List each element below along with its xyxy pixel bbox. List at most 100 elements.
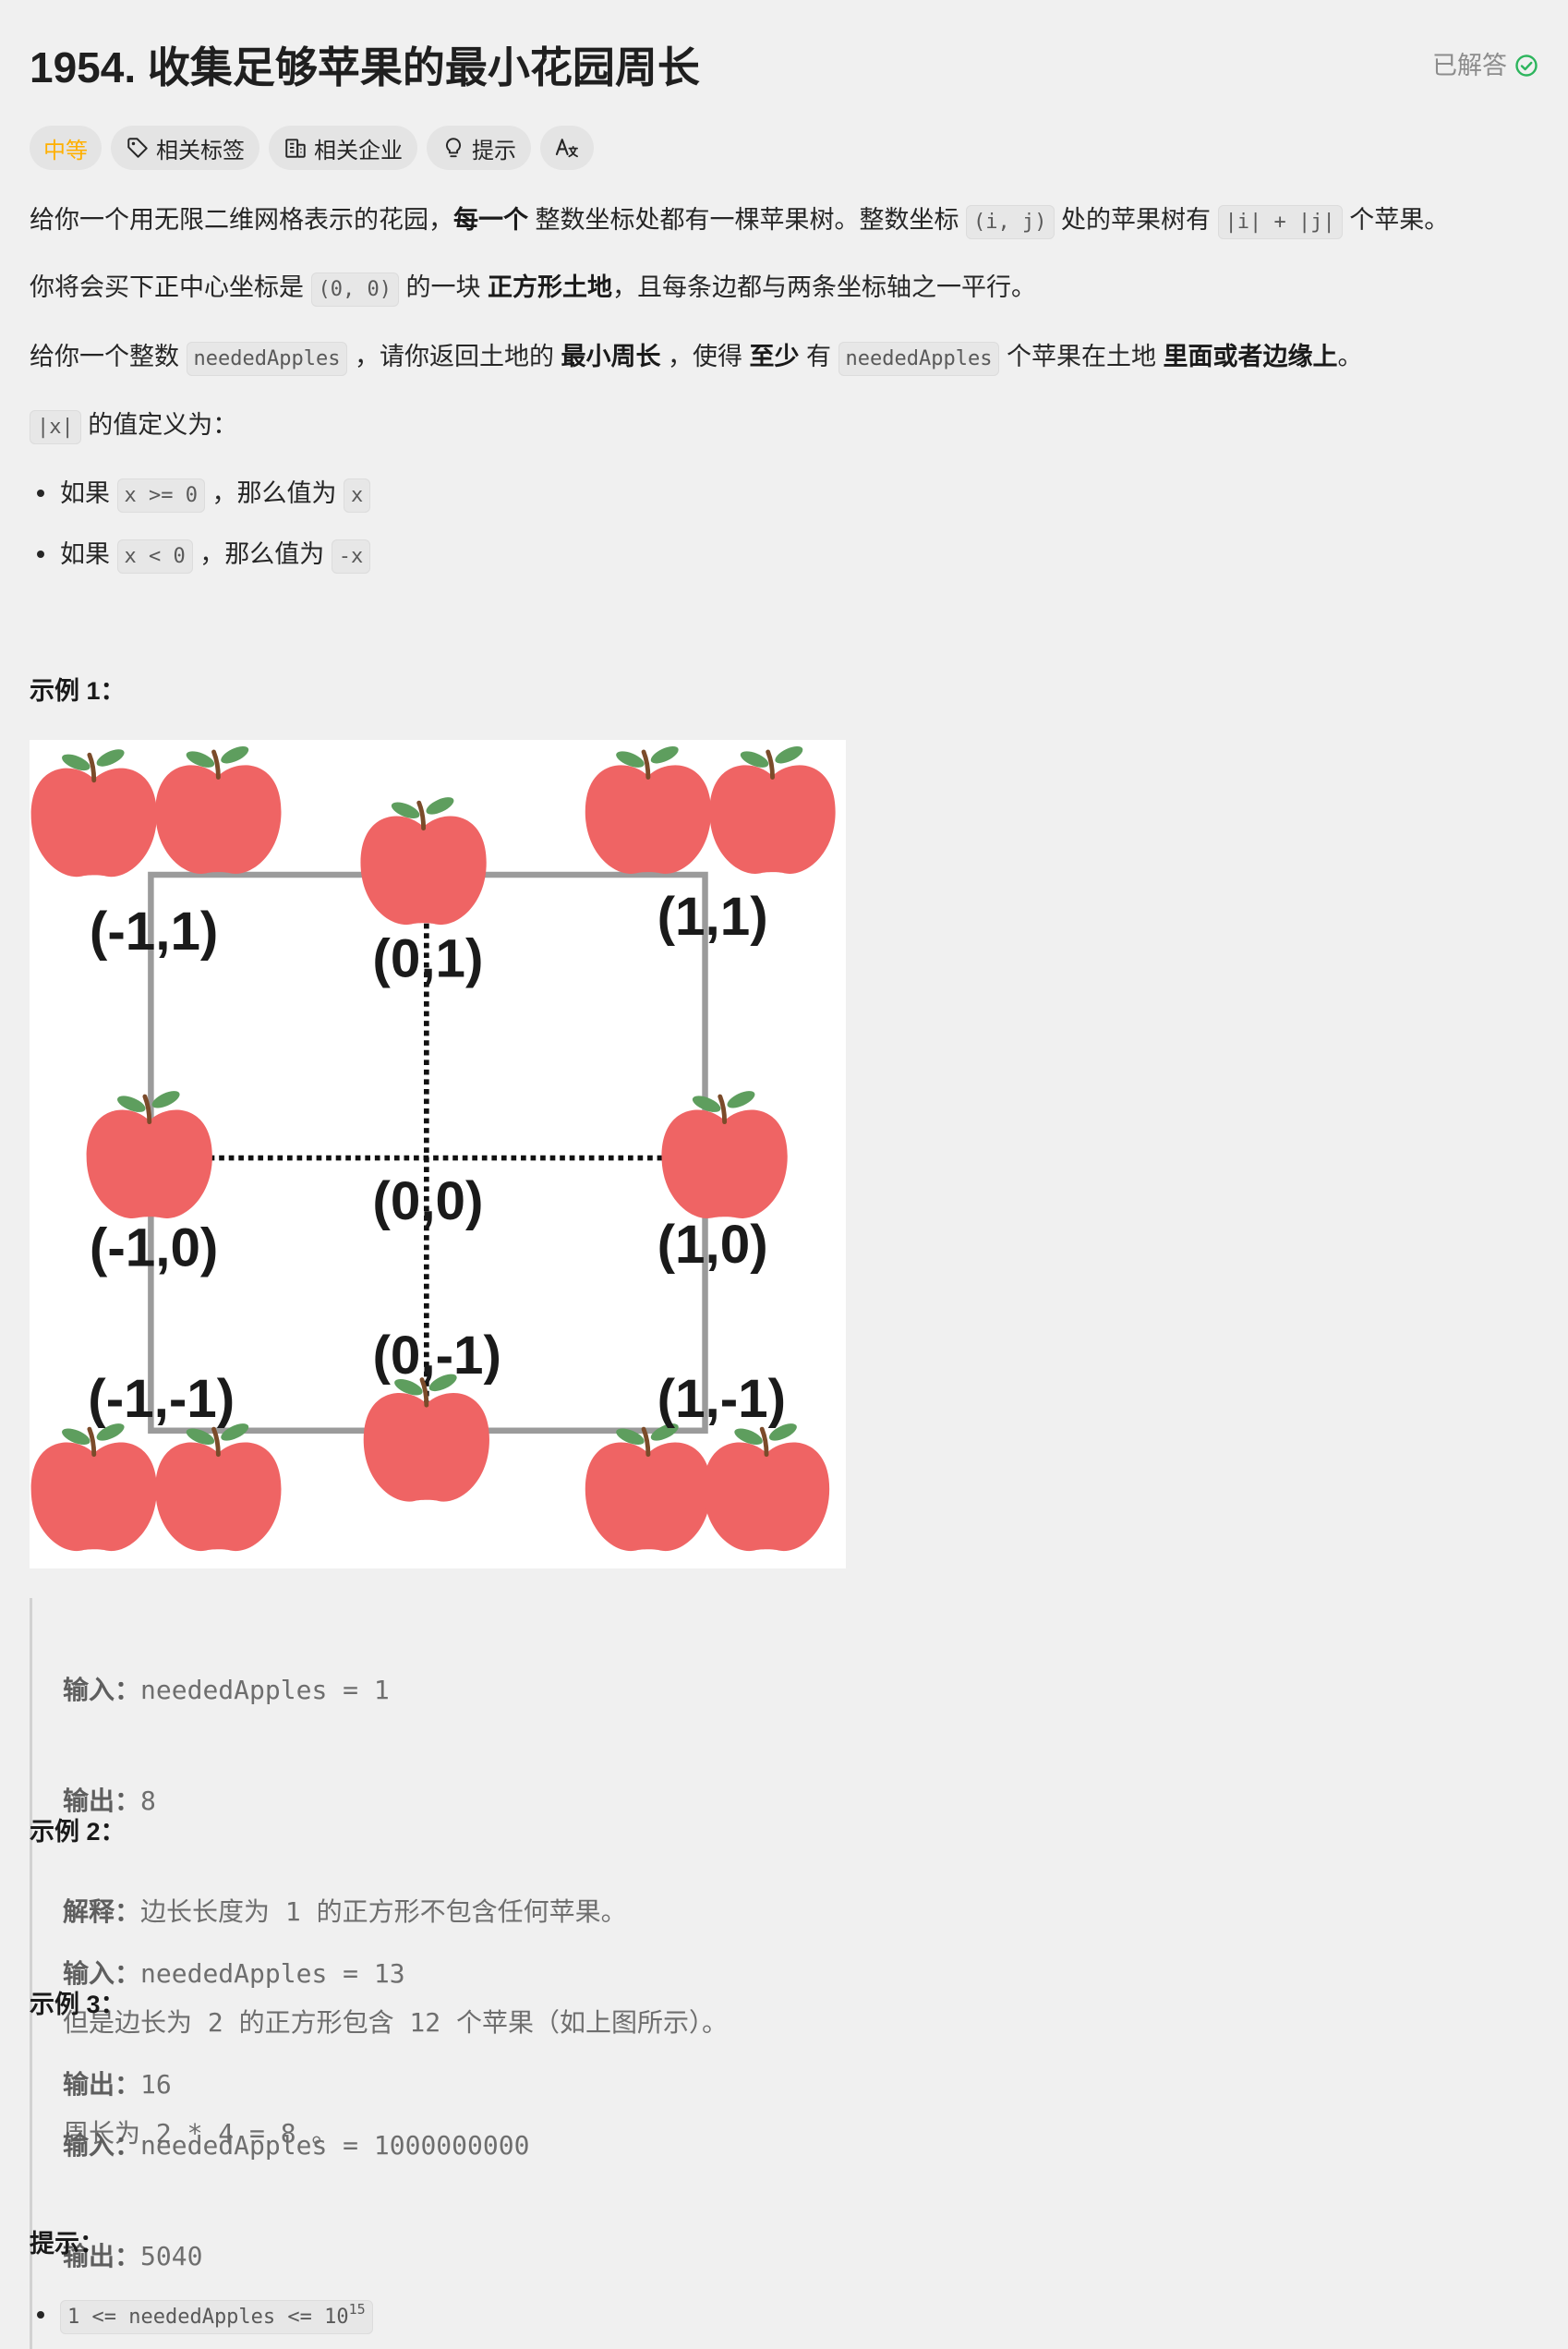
inline-code: neededApples	[186, 342, 348, 376]
bullet	[37, 2311, 44, 2319]
example-1-heading: 示例 1：	[30, 677, 126, 705]
apple	[31, 1420, 157, 1551]
apple	[585, 743, 711, 874]
coordinate-label: (1,-1)	[657, 1369, 786, 1429]
description-paragraph-2: 你将会买下正中心坐标是 (0, 0) 的一块 正方形土地，且每条边都与两条坐标轴…	[30, 269, 1544, 307]
related-companies-button[interactable]: 相关企业	[269, 126, 417, 170]
apple	[364, 1371, 489, 1502]
lightbulb-icon	[445, 138, 462, 158]
example-value: 8	[140, 1786, 156, 1816]
difficulty-badge[interactable]: 中等	[30, 126, 102, 170]
description-paragraph-4: |x| 的值定义为：	[30, 406, 1544, 444]
bold-text: 每一个	[453, 206, 528, 234]
text: ，使得	[660, 343, 750, 370]
tag-row: 中等 相关标签 相关企业 提示	[30, 126, 594, 170]
text: 给你一个用无限二维网格表示的花园，	[30, 206, 453, 234]
inline-code: |i| + |j|	[1217, 205, 1343, 239]
constraint-text: 1 <= neededApples <= 10	[67, 2306, 349, 2329]
translate-icon	[555, 139, 578, 158]
text: 有	[799, 343, 838, 370]
text: ，请你返回土地的	[347, 343, 561, 370]
text: 整数坐标处都有一棵苹果树。整数坐标	[528, 206, 967, 234]
bold-text: 至少	[749, 343, 800, 370]
text: 。	[1337, 343, 1363, 370]
text: 个苹果。	[1342, 206, 1450, 234]
bold-text: 正方形土地	[488, 273, 613, 301]
building-icon	[285, 139, 306, 158]
problem-title[interactable]: 1954. 收集足够苹果的最小花园周长	[30, 41, 700, 94]
example-label: 输入：	[63, 1958, 141, 1989]
apple	[87, 1087, 212, 1218]
coordinate-label: (0,-1)	[372, 1326, 501, 1386]
tag-icon	[127, 138, 148, 158]
description-paragraph-3: 给你一个整数 neededApples ，请你返回土地的 最小周长 ，使得 至少…	[30, 338, 1544, 376]
coordinate-label: (-1,0)	[90, 1217, 218, 1277]
text: ，那么值为	[192, 540, 332, 568]
solved-status: 已解答	[1432, 49, 1538, 82]
apple	[155, 1420, 281, 1551]
solved-status-label: 已解答	[1432, 52, 1507, 79]
example-label: 输入：	[63, 1675, 141, 1705]
bullet	[37, 551, 44, 558]
example-line: 输出：8	[63, 1783, 728, 1820]
text: 处的苹果树有	[1054, 206, 1218, 234]
example-2-heading: 示例 2：	[30, 1818, 126, 1846]
coordinate-label: (-1,1)	[90, 902, 218, 962]
constraint-item: 1 <= neededApples <= 1015	[30, 2296, 1544, 2334]
apple	[704, 1420, 829, 1551]
example-line: 输入：neededApples = 1	[63, 1672, 728, 1709]
constraint-exponent: 15	[348, 2301, 366, 2318]
coordinate-label: (1,1)	[657, 887, 768, 947]
bold-text: 最小周长	[561, 343, 661, 370]
coordinate-label: (0,0)	[372, 1171, 483, 1231]
inline-code: |x|	[30, 410, 81, 444]
example-value: neededApples = 1	[140, 1675, 390, 1705]
apple	[360, 793, 486, 925]
text: 个苹果在土地	[999, 343, 1164, 370]
inline-code: (i, j)	[966, 205, 1055, 239]
inline-code: -x	[331, 539, 371, 574]
text: ，那么值为	[205, 479, 344, 507]
coordinate-label: (-1,-1)	[88, 1369, 235, 1429]
example-line: 输出：5040	[63, 2238, 529, 2275]
check-circle-icon	[1515, 54, 1538, 77]
problem-page: 1954. 收集足够苹果的最小花园周长 已解答 中等 相关标签 相关企业 提示 …	[0, 0, 1568, 2349]
bullet	[37, 490, 44, 497]
text: 如果	[60, 479, 117, 507]
text: 的值定义为：	[80, 411, 238, 439]
difficulty-label: 中等	[43, 138, 88, 163]
example-figure: (-1,1) (0,1) (1,1) (-1,0) (0,0) (1,0) (-…	[30, 740, 846, 1568]
example-value: neededApples = 1000000000	[140, 2130, 530, 2161]
inline-code: neededApples	[838, 342, 1000, 376]
constraints-heading: 提示：	[30, 2230, 104, 2258]
coordinate-label: (1,0)	[657, 1215, 768, 1275]
apple	[155, 743, 281, 874]
related-tags-label: 相关标签	[156, 138, 245, 163]
hint-label: 提示	[472, 138, 516, 163]
text: ，且每条边都与两条坐标轴之一平行。	[612, 273, 1037, 301]
text: 你将会买下正中心坐标是	[30, 273, 311, 301]
text: 的一块	[399, 273, 488, 301]
related-tags-button[interactable]: 相关标签	[111, 126, 259, 170]
text: 如果	[60, 540, 117, 568]
apple-grid-diagram: (-1,1) (0,1) (1,1) (-1,0) (0,0) (1,0) (-…	[30, 740, 846, 1568]
related-companies-label: 相关企业	[314, 138, 403, 163]
apple	[31, 745, 157, 877]
description-paragraph-1: 给你一个用无限二维网格表示的花园，每一个 整数坐标处都有一棵苹果树。整数坐标 (…	[30, 201, 1544, 239]
text: 给你一个整数	[30, 343, 187, 370]
inline-code: x	[344, 478, 371, 513]
inline-code: 1 <= neededApples <= 1015	[60, 2300, 373, 2334]
example-label: 输出：	[63, 1786, 141, 1816]
coordinate-label: (0,1)	[372, 928, 483, 988]
example-value: 5040	[140, 2241, 203, 2271]
apple	[709, 743, 835, 874]
inline-code: x >= 0	[116, 478, 205, 513]
apple	[585, 1420, 711, 1551]
example-label: 输入：	[63, 2130, 141, 2161]
translate-button[interactable]	[540, 126, 594, 170]
example-line: 输入：neededApples = 1000000000	[63, 2127, 529, 2164]
hint-button[interactable]: 提示	[427, 126, 531, 170]
inline-code: (0, 0)	[310, 272, 399, 307]
example-3-heading: 示例 3：	[30, 1991, 126, 2018]
apple	[661, 1087, 787, 1218]
